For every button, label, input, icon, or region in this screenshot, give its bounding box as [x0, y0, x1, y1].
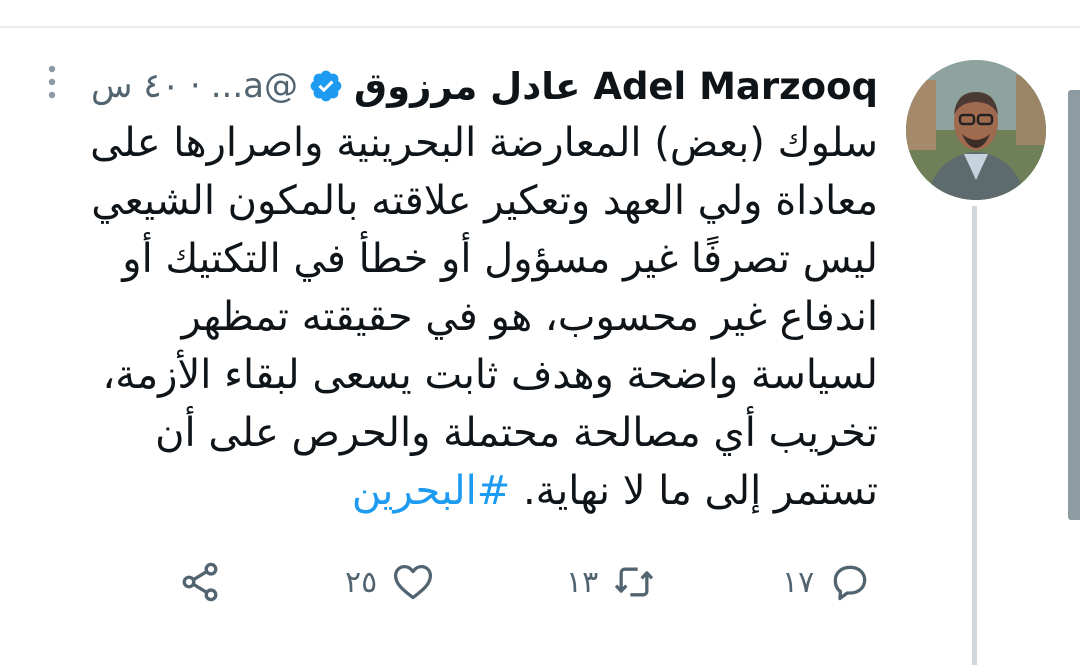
- tweet-body-text: سلوك (بعض) المعارضة البحرينية واصرارها ع…: [90, 120, 878, 514]
- like-button[interactable]: ٢٥: [345, 552, 435, 612]
- meta-separator: ·: [189, 66, 201, 106]
- reply-button[interactable]: ١٧: [782, 552, 872, 612]
- reply-icon: [833, 565, 867, 601]
- reply-count: ١٧: [782, 564, 815, 600]
- heart-icon: [394, 564, 433, 600]
- share-button[interactable]: [178, 552, 222, 612]
- tweet-header: Adel Marzooq عادل مرزوق @a... · ٤٠ س: [91, 62, 878, 110]
- tweet-actions: ٢٥ ١٣ ١٧: [0, 552, 1080, 612]
- author-handle[interactable]: @a...: [211, 66, 298, 106]
- tweet-time[interactable]: ٤٠ س: [91, 66, 180, 106]
- avatar-image: [906, 60, 1046, 200]
- hashtag-link[interactable]: #البحرين: [352, 468, 510, 514]
- share-icon: [182, 562, 218, 602]
- author-name[interactable]: Adel Marzooq عادل مرزوق: [354, 65, 878, 108]
- top-divider: [0, 26, 1080, 28]
- tweet-text: سلوك (بعض) المعارضة البحرينية واصرارها ع…: [48, 114, 878, 520]
- more-vertical-icon[interactable]: [44, 64, 60, 100]
- retweet-button[interactable]: ١٣: [566, 552, 656, 612]
- scrollbar-edge[interactable]: [1068, 90, 1080, 520]
- retweet-icon: [615, 567, 654, 597]
- like-count: ٢٥: [345, 564, 378, 600]
- verified-badge-icon: [310, 70, 342, 102]
- avatar[interactable]: [906, 60, 1046, 200]
- retweet-count: ١٣: [566, 564, 599, 600]
